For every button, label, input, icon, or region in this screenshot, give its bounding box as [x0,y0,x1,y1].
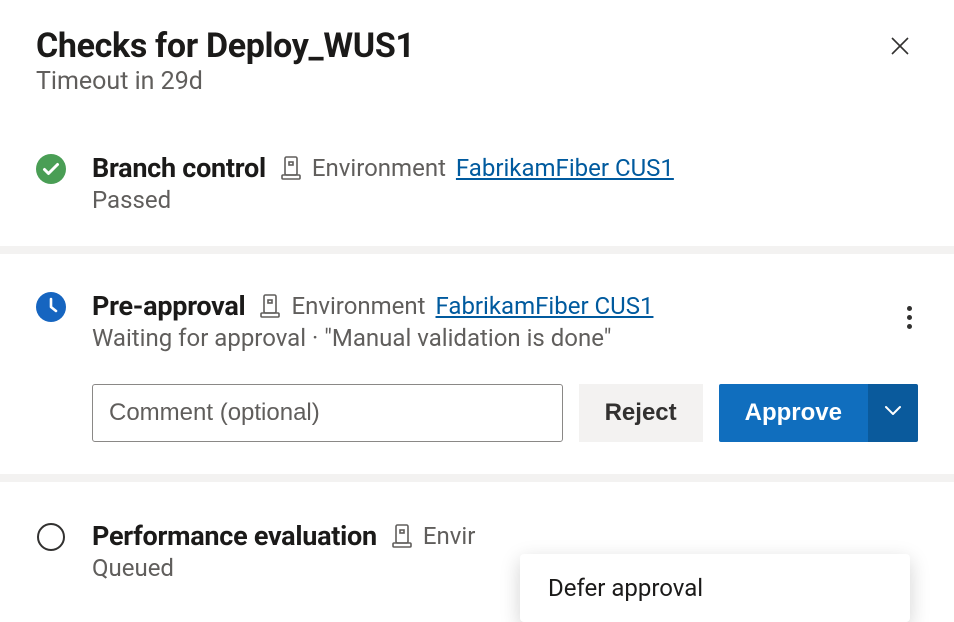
environment-link[interactable]: FabrikamFiber CUS1 [456,154,674,182]
environment-icon [259,293,281,319]
waiting-icon [36,292,66,322]
environment-icon [391,523,413,549]
environment-label-partial: Envir [423,522,476,550]
check-status: Passed [92,186,918,214]
queued-icon [36,522,66,552]
reject-button[interactable]: Reject [579,384,703,442]
timeout-subtitle: Timeout in 29d [36,67,415,96]
close-button[interactable] [882,28,918,67]
check-name: Performance evaluation [92,520,377,552]
check-item-branch-control: Branch control Environment FabrikamFiber… [0,116,954,254]
approve-dropdown-menu: Defer approval [520,554,910,622]
environment-icon [280,155,302,181]
panel-title: Checks for Deploy_WUS1 [36,28,415,65]
check-name: Branch control [92,152,266,184]
defer-approval-item[interactable]: Defer approval [520,554,910,622]
environment-label: Environment [291,292,425,320]
more-icon [907,306,912,311]
approval-actions: Reject Approve [92,384,918,442]
approve-button[interactable]: Approve [719,384,868,442]
success-icon [36,154,66,184]
more-actions-button[interactable] [901,300,918,335]
close-icon [888,34,912,61]
checks-panel: Checks for Deploy_WUS1 Timeout in 29d Br… [0,0,954,614]
approve-chevron-button[interactable] [868,384,918,442]
check-name: Pre-approval [92,290,245,322]
check-status: Waiting for approval · "Manual validatio… [92,324,918,352]
approve-split-button: Approve [719,384,918,442]
comment-input[interactable] [92,384,563,442]
environment-label: Environment [312,154,446,182]
panel-header: Checks for Deploy_WUS1 Timeout in 29d [0,0,954,116]
environment-link[interactable]: FabrikamFiber CUS1 [436,292,654,320]
chevron-down-icon [882,399,904,428]
check-item-pre-approval: Pre-approval Environment FabrikamFiber C… [0,254,954,482]
